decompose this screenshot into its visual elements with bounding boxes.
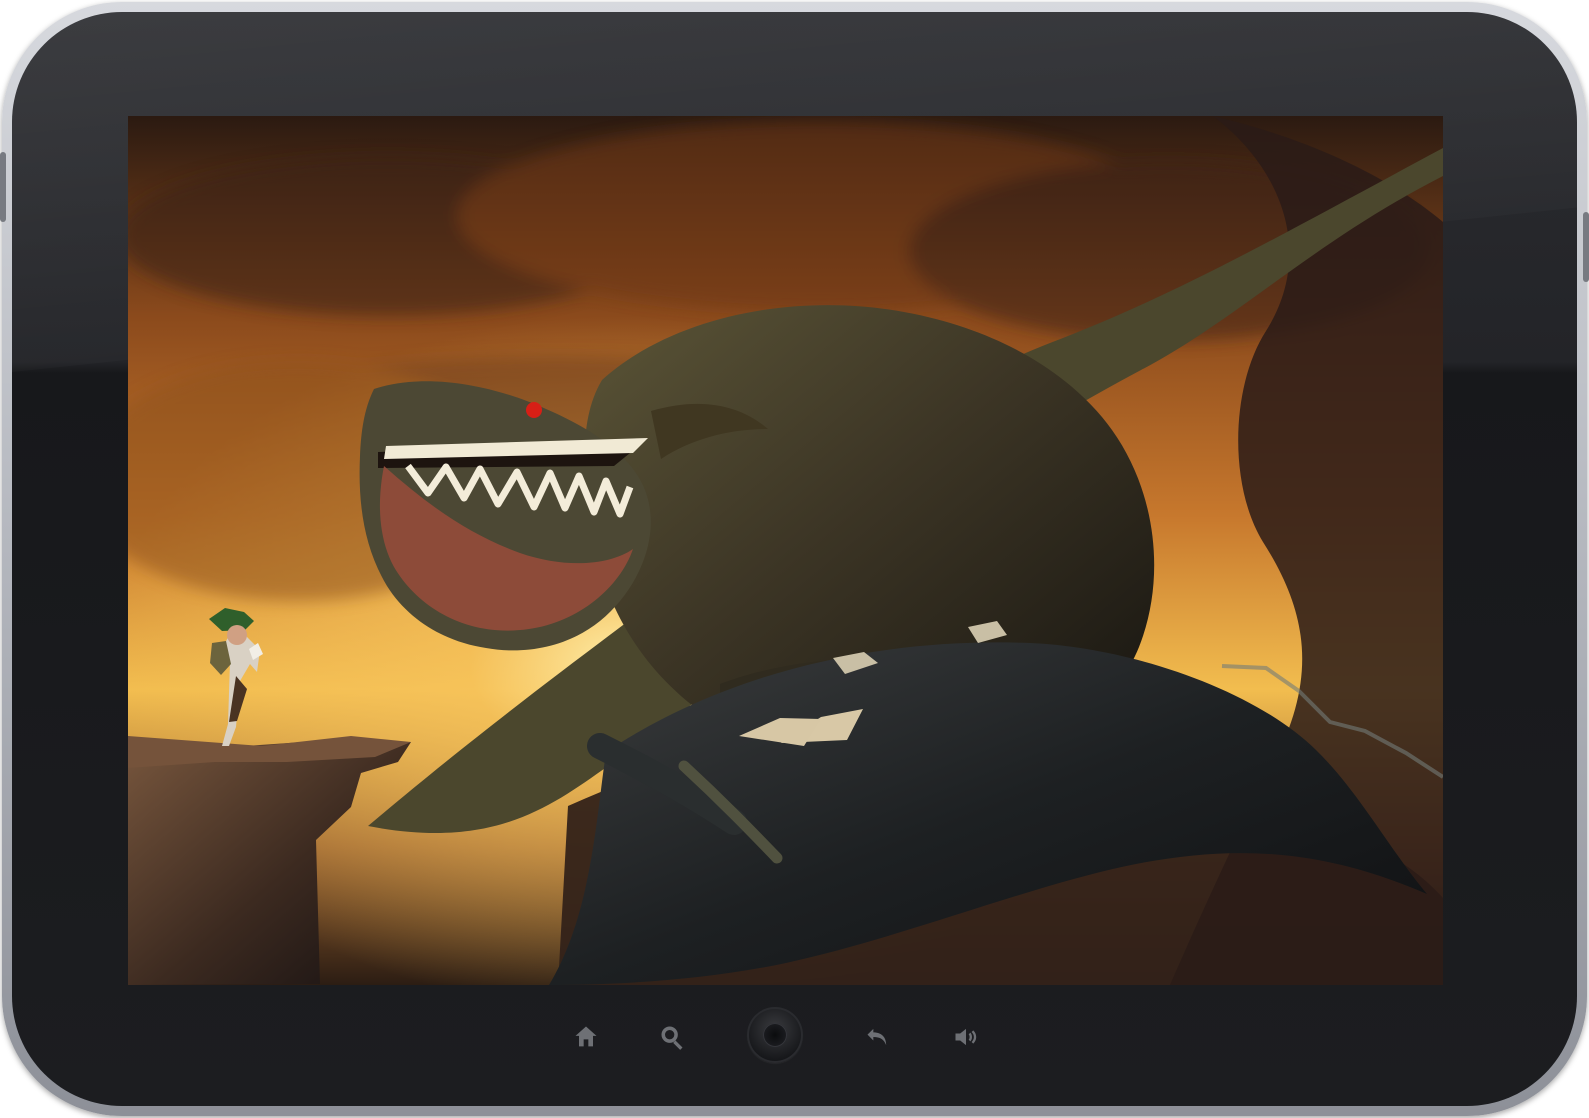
- tablet-device: [0, 2, 1589, 1116]
- navigation-bar: [528, 1007, 1088, 1067]
- side-button-right[interactable]: [1583, 212, 1589, 282]
- home-button-center: [763, 1023, 787, 1047]
- physical-home-button[interactable]: [747, 1007, 803, 1063]
- search-icon[interactable]: [654, 1019, 690, 1055]
- back-icon[interactable]: [860, 1019, 896, 1055]
- volume-icon[interactable]: [948, 1019, 984, 1055]
- wallpaper-image: [128, 116, 1443, 985]
- home-icon[interactable]: [568, 1019, 604, 1055]
- side-button-left[interactable]: [0, 152, 6, 222]
- tablet-screen[interactable]: [128, 116, 1443, 985]
